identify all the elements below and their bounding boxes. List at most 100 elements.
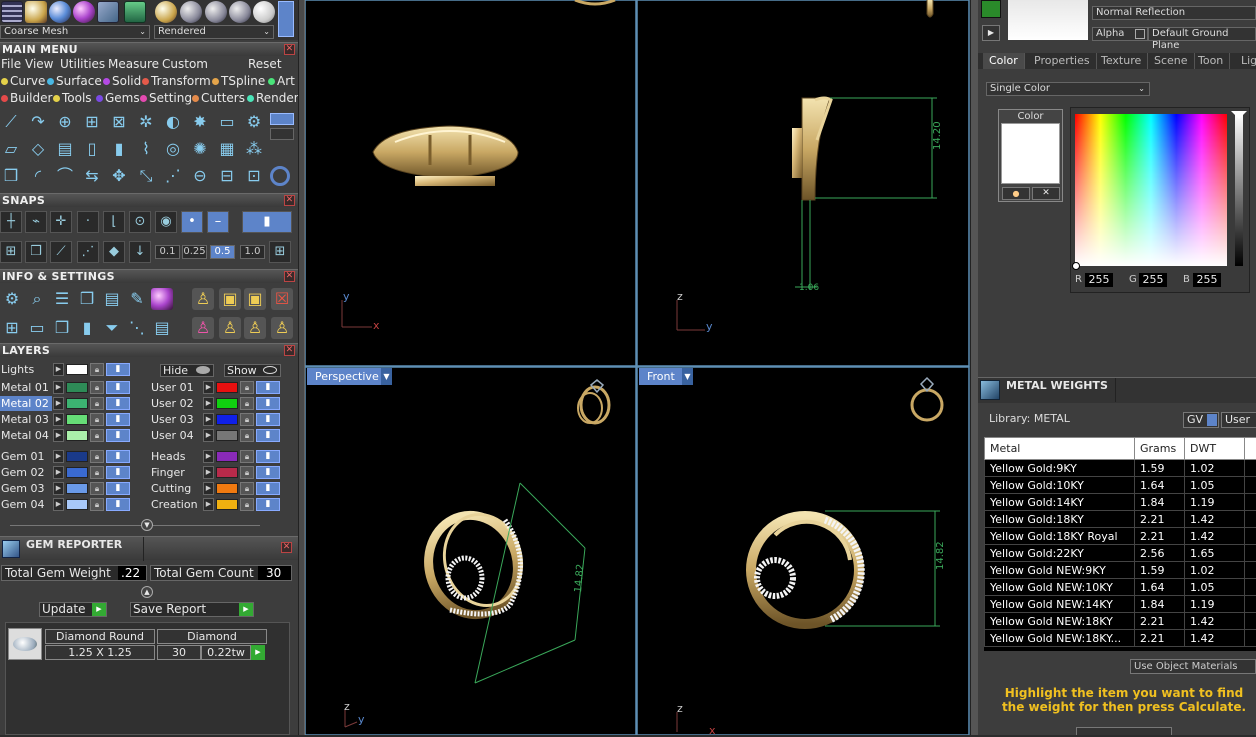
- edit-info-icon[interactable]: ✎: [126, 288, 148, 310]
- scale-tool-icon[interactable]: ⤡: [135, 165, 157, 187]
- brightness-handle-icon[interactable]: [1231, 111, 1247, 119]
- spike-tool-icon[interactable]: ✺: [189, 138, 211, 160]
- close-icon[interactable]: ✕: [284, 345, 295, 356]
- figure-icon[interactable]: [25, 1, 47, 23]
- material-white-icon[interactable]: [253, 1, 275, 23]
- layer-swatch[interactable]: [66, 451, 88, 462]
- book-info-icon[interactable]: ▮: [76, 317, 98, 339]
- render-mode-select[interactable]: Rendered ⌄: [154, 25, 274, 39]
- update-button[interactable]: Update ▶: [39, 602, 107, 617]
- play-icon[interactable]: ▶: [203, 397, 214, 410]
- play-icon[interactable]: ▶: [203, 381, 214, 394]
- tab-toon[interactable]: Toon: [1192, 53, 1230, 69]
- layer-swatch[interactable]: [216, 499, 238, 510]
- top-view-model[interactable]: [373, 0, 615, 186]
- filter-icon[interactable]: ⏷: [101, 317, 123, 339]
- layer-visibility[interactable]: ▮: [256, 498, 280, 511]
- gem-tool-icon[interactable]: ◇: [27, 138, 49, 160]
- curve-tool-icon[interactable]: ↷: [27, 111, 49, 133]
- material-steel-icon[interactable]: [205, 1, 227, 23]
- use-object-materials-button[interactable]: Use Object Materials: [1130, 659, 1256, 674]
- hide-button[interactable]: Hide: [160, 364, 214, 377]
- plane-tool-icon[interactable]: ▱: [0, 138, 22, 160]
- layer-visibility[interactable]: ▮: [106, 397, 130, 410]
- layer-lights[interactable]: Lights ▶ 🔒︎ ▮: [0, 362, 140, 377]
- top-swatch[interactable]: [981, 0, 1001, 18]
- monitor-icon[interactable]: ▭: [26, 317, 48, 339]
- play-icon[interactable]: ▶: [53, 397, 64, 410]
- magnify-icon[interactable]: ⌕: [26, 288, 48, 310]
- sphere-purple-icon[interactable]: [73, 1, 95, 23]
- snap-circle-icon[interactable]: ◉: [155, 211, 177, 233]
- snap-diagonal-icon[interactable]: ⟋: [50, 241, 72, 263]
- grid-icon[interactable]: [1, 1, 23, 23]
- snap-curve-icon[interactable]: ⌁: [25, 211, 47, 233]
- lock-icon[interactable]: 🔒︎: [90, 381, 104, 394]
- layer-lights-visibility[interactable]: ▮: [106, 363, 130, 376]
- arc-tool-icon[interactable]: ◜: [27, 165, 49, 187]
- clear-color-icon[interactable]: ✕: [1032, 187, 1060, 200]
- snap-grid-icon[interactable]: ┼: [0, 211, 22, 233]
- link-tool-icon[interactable]: ⊖: [189, 165, 211, 187]
- layer-visibility[interactable]: ▮: [106, 466, 130, 479]
- book-tool-icon[interactable]: ▤: [54, 138, 76, 160]
- purple-cube-icon[interactable]: [151, 288, 173, 310]
- snap-box-icon[interactable]: ❒: [25, 241, 47, 263]
- snap-grid-fine-icon[interactable]: ⊞: [269, 241, 291, 263]
- doc-info-icon[interactable]: ▤: [101, 288, 123, 310]
- snap-pin-icon[interactable]: ↓: [129, 241, 151, 263]
- figure-pose-4-icon[interactable]: ♙: [271, 317, 293, 339]
- layer-swatch[interactable]: [66, 467, 88, 478]
- right-splitter[interactable]: [970, 0, 978, 735]
- play-icon[interactable]: ▶: [982, 25, 1000, 41]
- panel-splitter[interactable]: [298, 0, 305, 735]
- sphere-tool-icon[interactable]: ◐: [162, 111, 184, 133]
- sphere-blue-icon[interactable]: [49, 1, 71, 23]
- layer-row[interactable]: Cutting ▶ 🔒︎ ▮: [150, 481, 290, 496]
- report-icon[interactable]: ▤: [151, 317, 173, 339]
- layer-row[interactable]: Gem 01 ▶ 🔒︎ ▮: [0, 449, 140, 464]
- perspective-view-label[interactable]: Perspective: [307, 368, 387, 385]
- layer-lights-swatch[interactable]: [66, 364, 88, 375]
- play-icon[interactable]: ▶: [251, 645, 265, 660]
- move-tool-icon[interactable]: ✥: [108, 165, 130, 187]
- tab-color[interactable]: Color: [983, 53, 1025, 69]
- table-row[interactable]: Yellow Gold:18KY2.211.42: [985, 511, 1256, 528]
- show-button[interactable]: Show: [224, 364, 281, 377]
- play-icon[interactable]: ▶: [203, 413, 214, 426]
- layout-icon[interactable]: [124, 1, 146, 23]
- module-curve[interactable]: Curve: [1, 74, 45, 88]
- layer-visibility[interactable]: ▮: [256, 482, 280, 495]
- figure-pose-icon[interactable]: ♙: [192, 317, 214, 339]
- alpha-field[interactable]: Alpha: [1092, 27, 1148, 41]
- pipe-tool-icon[interactable]: ⌇: [135, 138, 157, 160]
- tab-properties[interactable]: Properties: [1028, 53, 1097, 69]
- material-chrome-icon[interactable]: [229, 1, 251, 23]
- layer-row[interactable]: Metal 01 ▶ 🔒︎ ▮: [0, 380, 140, 395]
- layout-grid-icon[interactable]: ⊞: [1, 317, 23, 339]
- tool-toggle-off[interactable]: [270, 128, 294, 140]
- layer-swatch[interactable]: [216, 467, 238, 478]
- user-toggle[interactable]: User: [1221, 412, 1256, 428]
- select-tool-icon[interactable]: ⊡: [243, 165, 265, 187]
- menu-view[interactable]: View: [25, 57, 53, 71]
- module-cutters[interactable]: Cutters: [192, 91, 245, 105]
- lock-icon[interactable]: 🔒︎: [90, 429, 104, 442]
- lock-icon[interactable]: 🔒︎: [240, 413, 254, 426]
- chevron-down-icon[interactable]: ▼: [682, 368, 693, 385]
- layer-visibility[interactable]: ▮: [256, 413, 280, 426]
- module-tools[interactable]: Tools: [53, 91, 92, 105]
- layer-visibility[interactable]: ▮: [106, 450, 130, 463]
- cube-tool-icon[interactable]: ❒: [0, 165, 22, 187]
- layer-swatch[interactable]: [216, 398, 238, 409]
- play-icon[interactable]: ▶: [203, 429, 214, 442]
- lock-icon[interactable]: 🔒︎: [90, 498, 104, 511]
- tool-toggle-on[interactable]: [270, 113, 294, 125]
- layer-swatch[interactable]: [216, 414, 238, 425]
- menu-custom[interactable]: Custom: [162, 57, 208, 71]
- cube-info-icon[interactable]: ❒: [76, 288, 98, 310]
- layer-row[interactable]: Metal 03 ▶ 🔒︎ ▮: [0, 412, 140, 427]
- menu-utilities[interactable]: Utilities: [60, 57, 105, 71]
- strip-tool-icon[interactable]: ▮: [108, 138, 130, 160]
- gem-collapse-icon[interactable]: ▲: [141, 586, 153, 598]
